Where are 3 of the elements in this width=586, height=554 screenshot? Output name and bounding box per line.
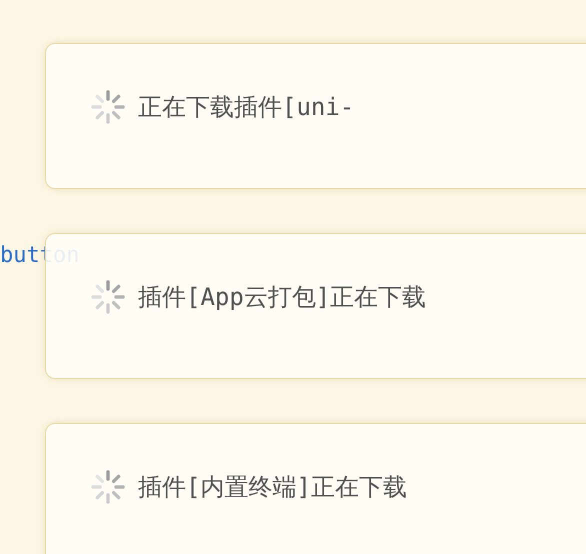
notification-message: 插件[内置终端]正在下载 [138,472,407,503]
notification-message: 插件[App云打包]正在下载 [138,282,426,313]
notification-message: 正在下载插件[uni- [138,92,354,123]
